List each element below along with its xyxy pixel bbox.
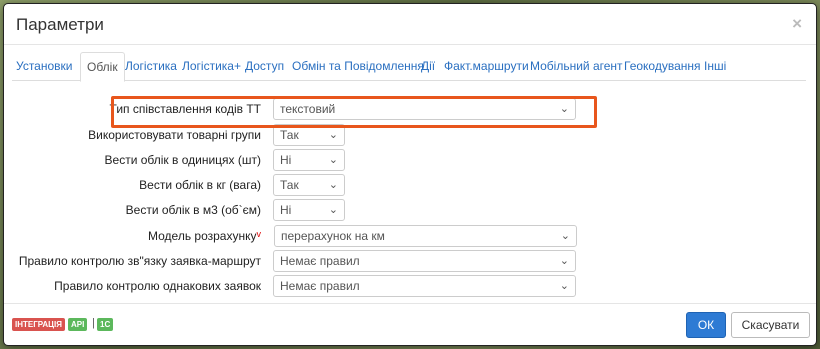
field-label: Вести облік в кг (вага) — [139, 178, 261, 192]
field-row-order-route-rule: Правило контролю зв"язку заявка-маршрут … — [4, 250, 816, 272]
select-value: Так — [280, 178, 299, 192]
badge-separator: | — [92, 317, 95, 329]
select-value: перерахунок на км — [281, 229, 385, 243]
field-row-calc-model: Модель розрахункуv перерахунок на км ⌄ — [4, 225, 816, 247]
tab-exchange-notifications[interactable]: Обмін та Повідомлення — [292, 52, 424, 81]
code-matching-select[interactable]: текстовий ⌄ — [273, 98, 576, 120]
field-row-units: Вести облік в одиницях (шт) Ні ⌄ — [4, 149, 816, 171]
chevron-down-icon: ⌄ — [560, 230, 570, 242]
dialog-header: Параметри × — [4, 4, 816, 45]
product-groups-select[interactable]: Так ⌄ — [273, 124, 345, 146]
field-label: Правило контролю однакових заявок — [54, 279, 261, 293]
tab-logistics[interactable]: Логістика — [125, 52, 177, 81]
select-value: Ні — [280, 203, 292, 217]
chevron-down-icon: ⌄ — [328, 179, 338, 191]
dialog-footer: ІНТЕГРАЦІЯ API | 1С ОК Скасувати — [4, 303, 816, 345]
api-badge[interactable]: API — [68, 318, 88, 331]
tab-actions[interactable]: Дії — [421, 52, 435, 81]
tab-mobile-agent[interactable]: Мобільний агент — [530, 52, 623, 81]
select-value: Немає правил — [280, 279, 360, 293]
select-value: текстовий — [280, 102, 336, 116]
chevron-down-icon: ⌄ — [559, 280, 569, 292]
dialog-title: Параметри — [16, 15, 104, 34]
duplicate-orders-rule-select[interactable]: Немає правил ⌄ — [273, 275, 576, 297]
field-label: Використовувати товарні групи — [88, 128, 261, 142]
tab-geocoding[interactable]: Геокодування — [624, 52, 701, 81]
integration-badge[interactable]: ІНТЕГРАЦІЯ — [12, 318, 65, 331]
field-label-text: Модель розрахунку — [148, 229, 257, 243]
units-select[interactable]: Ні ⌄ — [273, 149, 345, 171]
select-value: Ні — [280, 153, 292, 167]
tab-other[interactable]: Інші — [704, 52, 726, 81]
field-label: Вести облік в м3 (об`єм) — [125, 203, 261, 217]
field-label: Модель розрахункуv — [148, 229, 261, 243]
chevron-down-icon: ⌄ — [559, 255, 569, 267]
chevron-down-icon: ⌄ — [328, 204, 338, 216]
field-label: Вести облік в одиницях (шт) — [104, 153, 261, 167]
parameters-dialog: Параметри × Установки Облік Логістика Ло… — [3, 3, 817, 346]
chevron-down-icon: ⌄ — [328, 154, 338, 166]
field-label: Правило контролю зв"язку заявка-маршрут — [18, 254, 261, 268]
required-mark: v — [256, 229, 262, 239]
1c-badge[interactable]: 1С — [97, 318, 114, 331]
chevron-down-icon: ⌄ — [328, 129, 338, 141]
chevron-down-icon: ⌄ — [559, 103, 569, 115]
ok-button[interactable]: ОК — [686, 312, 726, 338]
tab-fact-routes[interactable]: Факт.маршрути — [444, 52, 529, 81]
field-row-code-matching: Тип співставлення кодів ТТ текстовий ⌄ — [4, 98, 816, 120]
close-icon[interactable]: × — [792, 14, 802, 34]
order-route-rule-select[interactable]: Немає правил ⌄ — [273, 250, 576, 272]
field-row-duplicate-orders-rule: Правило контролю однакових заявок Немає … — [4, 275, 816, 297]
tab-accounting[interactable]: Облік — [80, 52, 125, 82]
volume-select[interactable]: Ні ⌄ — [273, 199, 345, 221]
weight-select[interactable]: Так ⌄ — [273, 174, 345, 196]
tab-access[interactable]: Доступ — [245, 52, 284, 81]
select-value: Так — [280, 128, 299, 142]
field-label: Тип співставлення кодів ТТ — [109, 102, 261, 116]
field-row-product-groups: Використовувати товарні групи Так ⌄ — [4, 124, 816, 146]
select-value: Немає правил — [280, 254, 360, 268]
tab-setup[interactable]: Установки — [16, 52, 72, 81]
field-row-weight: Вести облік в кг (вага) Так ⌄ — [4, 174, 816, 196]
cancel-button[interactable]: Скасувати — [731, 312, 810, 338]
tab-logistics-plus[interactable]: Логістика+ — [182, 52, 241, 81]
field-row-volume: Вести облік в м3 (об`єм) Ні ⌄ — [4, 199, 816, 221]
tab-bar: Установки Облік Логістика Логістика+ Дос… — [12, 52, 806, 82]
calc-model-select[interactable]: перерахунок на км ⌄ — [274, 225, 577, 247]
